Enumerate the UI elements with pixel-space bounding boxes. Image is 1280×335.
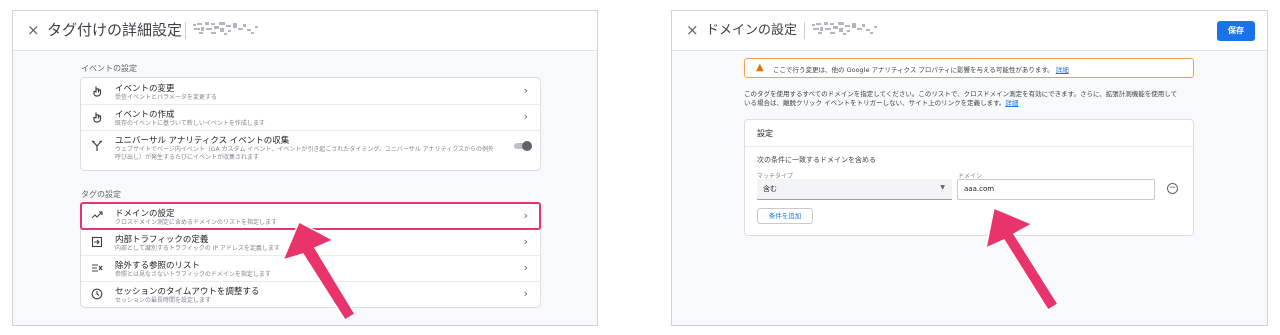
row-subtitle: 内部として識別するトラフィックの IP アドレスを定義します (115, 245, 280, 252)
chevron-right-icon: › (523, 84, 528, 97)
dropdown-arrow-icon: ▼ (940, 184, 945, 191)
domain-input[interactable]: aaa.com (957, 179, 1155, 200)
login-icon (91, 236, 103, 248)
match-type-select[interactable]: 含む ▼ (757, 179, 952, 200)
add-condition-button[interactable]: 条件を追加 (757, 208, 813, 224)
warning-banner: ▲ ここで行う変更は、他の Google アナリティクス プロパティに影響を与え… (744, 58, 1194, 78)
chevron-right-icon: › (523, 235, 528, 248)
close-icon[interactable]: × (27, 21, 40, 39)
tagging-settings-panel: × タグ付けの詳細設定 イベントの設定 イベントの変更 受信イベントとパラメータ… (12, 10, 598, 326)
fork-icon (91, 140, 103, 152)
chevron-right-icon: › (523, 287, 528, 300)
right-topbar: × ドメインの設定 保存 (672, 11, 1267, 51)
page-title: タグ付けの詳細設定 (47, 21, 183, 39)
row-ua-event-collection: ユニバーサル アナリティクス イベントの収集 ウェブサイトでページ内イベント（G… (81, 130, 540, 170)
chevron-right-icon: › (523, 110, 528, 123)
settings-card-header: 設定 (745, 120, 1193, 147)
row-subtitle: 参照とは見なさないトラフィックのドメインを指定します (115, 271, 271, 278)
touch-icon (91, 111, 103, 123)
filter-icon (91, 262, 103, 274)
row-subtitle: 既存のイベントに基づいて新しいイベントを作成します (115, 120, 265, 127)
description-line-1: このタグを使用するすべてのドメインを指定してください。このリストで、クロスドメイ… (744, 90, 1178, 98)
events-card: イベントの変更 受信イベントとパラメータを変更する › イベントの作成 既存のイ… (80, 77, 541, 171)
row-subtitle: 受信イベントとパラメータを変更する (115, 94, 217, 101)
ua-collection-toggle[interactable] (514, 141, 532, 151)
page-title: ドメインの設定 (706, 23, 798, 38)
row-subtitle: セッションの最長時間を設定します (115, 297, 212, 304)
tag-section-label: タグの設定 (81, 190, 121, 199)
pointer-arrow-icon (281, 220, 357, 322)
save-button[interactable]: 保存 (1217, 21, 1255, 41)
domain-description: このタグを使用するすべてのドメインを指定してください。このリストで、クロスドメイ… (744, 90, 1204, 108)
warning-learn-more-link[interactable]: 詳細 (1056, 66, 1069, 74)
title-divider (804, 22, 805, 39)
remove-condition-icon[interactable]: − (1167, 183, 1178, 194)
condition-label: 次の条件に一致するドメインを含める (757, 156, 876, 164)
domain-value: aaa.com (964, 185, 995, 193)
left-topbar: × タグ付けの詳細設定 (13, 11, 597, 51)
warning-text: ここで行う変更は、他の Google アナリティクス プロパティに影響を与える可… (773, 66, 1069, 74)
row-event-modify[interactable]: イベントの変更 受信イベントとパラメータを変更する › (81, 78, 540, 105)
chevron-right-icon: › (523, 261, 528, 274)
row-event-create[interactable]: イベントの作成 既存のイベントに基づいて新しいイベントを作成します › (81, 104, 540, 131)
blurred-property-name (193, 22, 258, 35)
description-line-2: いる場合は、離脱クリック イベントをトリガーしない、サイト上のリンクを定義します… (744, 99, 1019, 107)
match-type-value: 含む (763, 185, 777, 193)
row-subtitle-continued: 呼び出し）が発生するたびにイベントが収集されます (115, 154, 260, 161)
description-learn-more-link[interactable]: 詳細 (1005, 99, 1018, 107)
pointer-arrow-icon (984, 206, 1060, 312)
domain-settings-panel: × ドメインの設定 保存 ▲ ここで行う変更は、他の Google アナリティク… (671, 10, 1268, 326)
settings-card: 設定 次の条件に一致するドメインを含める マッチタイプ ドメイン 含む ▼ aa… (744, 119, 1194, 236)
warning-icon: ▲ (756, 62, 764, 73)
clock-icon (91, 288, 103, 300)
title-divider (185, 22, 186, 39)
events-section-label: イベントの設定 (81, 64, 137, 73)
settings-title: 設定 (757, 129, 773, 138)
touch-icon (91, 85, 103, 97)
blurred-property-name (812, 22, 877, 35)
close-icon[interactable]: × (686, 21, 699, 39)
